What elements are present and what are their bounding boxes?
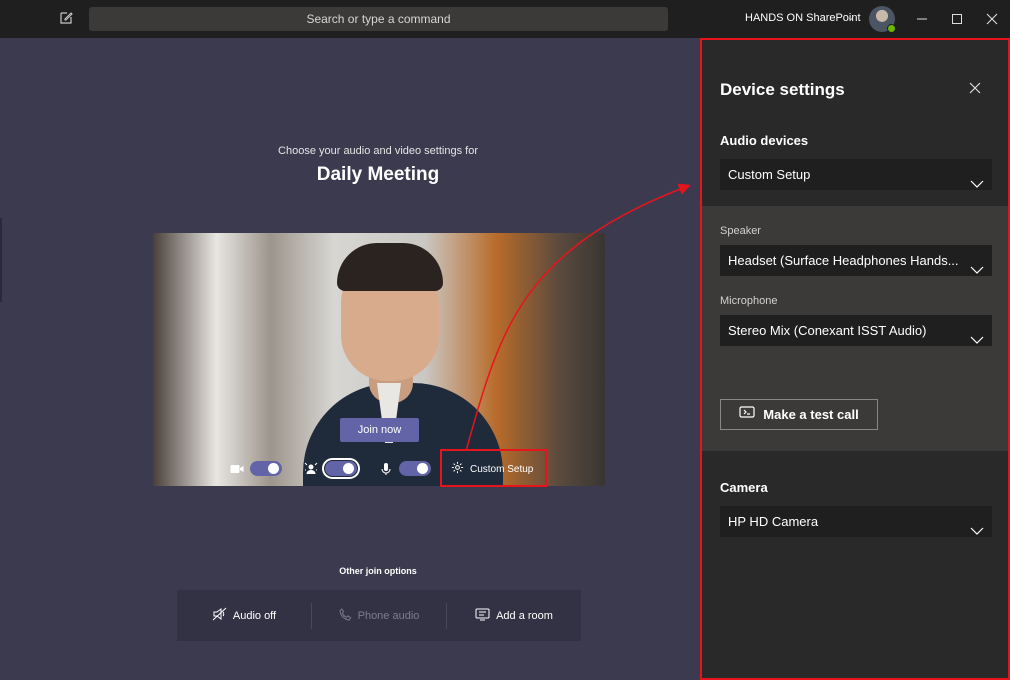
device-settings-panel: Device settings Audio devices Custom Set… [700, 38, 1010, 680]
microphone-dropdown[interactable]: Stereo Mix (Conexant ISST Audio) [720, 315, 992, 346]
app-bar-edge [0, 218, 2, 302]
test-call-icon [739, 406, 755, 423]
custom-setup-highlight [440, 449, 547, 487]
add-a-room-label: Add a room [496, 609, 553, 622]
phone-icon [339, 607, 352, 624]
join-now-button[interactable]: Join now [340, 418, 419, 442]
meeting-title: Daily Meeting [316, 164, 440, 185]
chevron-down-icon [970, 255, 984, 274]
audio-device-dropdown[interactable]: Custom Setup [720, 159, 992, 190]
close-icon[interactable] [968, 81, 982, 95]
microphone-toggle[interactable] [399, 461, 431, 476]
audio-off-label: Audio off [232, 609, 277, 622]
chevron-down-icon [970, 325, 984, 344]
close-icon[interactable] [982, 9, 1002, 29]
prejoin-subtitle: Choose your audio and video settings for [278, 145, 478, 157]
make-test-call-button[interactable]: Make a test call [720, 399, 878, 430]
phone-audio-option[interactable]: Phone audio [311, 602, 446, 629]
camera-dropdown[interactable]: HP HD Camera [720, 506, 992, 537]
prejoin-stage: Choose your audio and video settings for… [0, 38, 700, 680]
background-blur-toggle[interactable] [322, 458, 360, 479]
camera-toggle[interactable] [250, 461, 282, 476]
audio-devices-heading: Audio devices [720, 133, 809, 148]
tenant-name[interactable]: HANDS ON SharePoint [745, 12, 861, 24]
make-test-call-label: Make a test call [763, 407, 859, 422]
camera-heading: Camera [720, 480, 768, 495]
chevron-down-icon [970, 169, 984, 188]
search-input[interactable]: Search or type a command [89, 7, 668, 31]
microphone-value: Stereo Mix (Conexant ISST Audio) [728, 323, 927, 338]
add-a-room-option[interactable]: Add a room [446, 602, 581, 629]
camera-value: HP HD Camera [728, 514, 819, 529]
other-join-options: Audio off Phone audio Add a room [177, 590, 581, 641]
audio-device-value: Custom Setup [728, 167, 811, 182]
microphone-icon [379, 462, 393, 476]
title-bar: Search or type a command HANDS ON ShareP… [0, 0, 1010, 38]
maximize-icon[interactable] [947, 9, 967, 29]
audio-off-option[interactable]: Audio off [177, 603, 311, 629]
phone-audio-label: Phone audio [357, 609, 420, 622]
speaker-label: Speaker [720, 225, 761, 237]
chevron-down-icon[interactable]: ⌄ [847, 12, 855, 23]
speaker-off-icon [212, 607, 227, 624]
minimize-icon[interactable] [912, 9, 932, 29]
room-display-icon [475, 608, 490, 624]
avatar[interactable] [869, 6, 896, 33]
other-join-options-title: Other join options [339, 566, 417, 576]
background-blur-icon [304, 462, 318, 476]
compose-icon[interactable] [58, 10, 74, 26]
speaker-dropdown[interactable]: Headset (Surface Headphones Hands... [720, 245, 992, 276]
presence-available-icon [887, 24, 896, 33]
microphone-label: Microphone [720, 295, 778, 307]
chevron-down-icon [970, 516, 984, 535]
device-settings-title: Device settings [720, 80, 845, 99]
speaker-value: Headset (Surface Headphones Hands... [728, 253, 959, 268]
person-hair [337, 243, 443, 291]
camera-icon [230, 462, 244, 476]
